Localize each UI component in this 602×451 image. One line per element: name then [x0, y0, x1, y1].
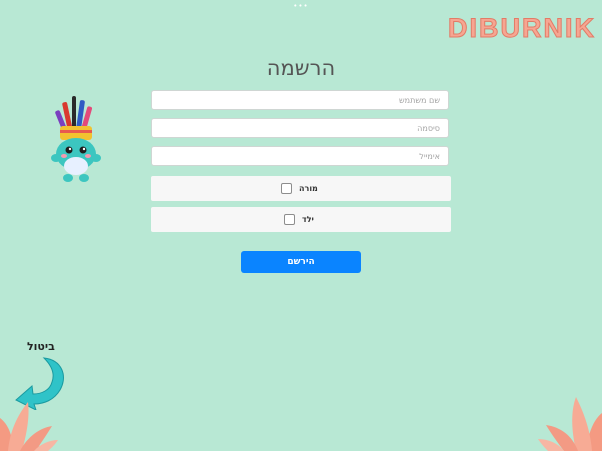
password-field[interactable]	[151, 118, 449, 138]
page-title: הרשמה	[266, 56, 336, 80]
window-handle-dots: •••	[293, 2, 309, 10]
mascot-illustration	[51, 96, 101, 182]
username-field[interactable]	[151, 90, 449, 110]
child-checkbox[interactable]	[284, 214, 295, 225]
brand-logo: DIBURNIK	[448, 13, 596, 44]
register-button[interactable]: הירשם	[241, 251, 361, 273]
cancel-label: ביטול	[27, 340, 55, 353]
role-label-teacher: מורה	[299, 184, 318, 193]
role-label-child: ילד	[302, 215, 314, 224]
email-field[interactable]	[151, 146, 449, 166]
teacher-checkbox[interactable]	[281, 183, 292, 194]
flower-icon	[538, 397, 602, 451]
role-option-teacher[interactable]: מורה	[151, 176, 451, 201]
flower-icon	[0, 402, 58, 451]
role-option-child[interactable]: ילד	[151, 207, 451, 232]
